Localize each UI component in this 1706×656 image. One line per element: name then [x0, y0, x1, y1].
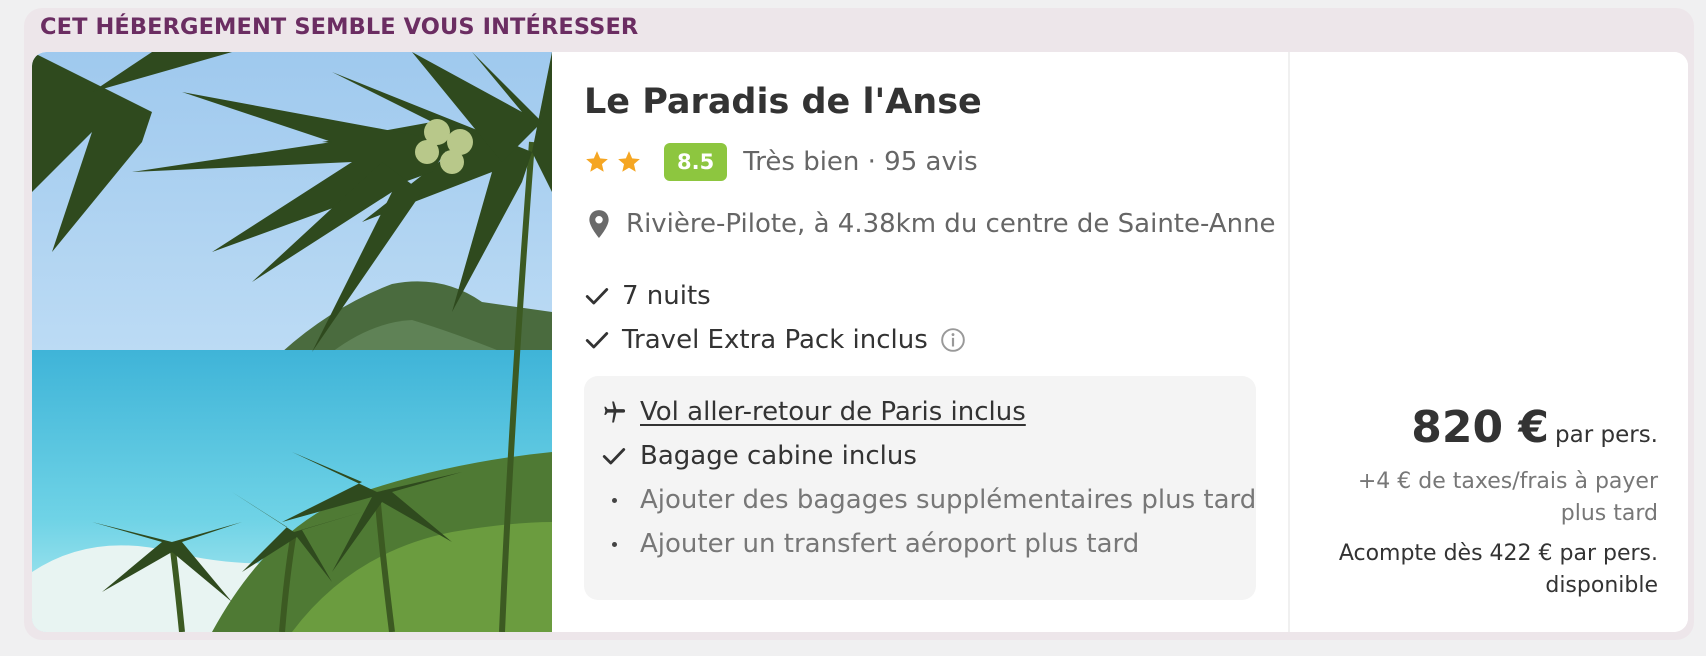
hotel-card[interactable]: Le Paradis de l'Anse 8.5 Très bien · 95 …	[32, 52, 1688, 632]
price-taxes: +4 € de taxes/frais à payer plus tard	[1357, 469, 1658, 526]
hotel-info: Le Paradis de l'Anse 8.5 Très bien · 95 …	[584, 52, 1288, 632]
rating-text: Très bien · 95 avis	[743, 147, 978, 177]
flight-included-label: Bagage cabine inclus	[640, 441, 917, 471]
plane-icon	[600, 398, 628, 426]
hotel-photo[interactable]	[32, 52, 552, 632]
price-line: 820 € par pers.	[1411, 402, 1658, 453]
star-icon	[586, 151, 608, 172]
star-icon	[618, 151, 640, 172]
flight-option: Ajouter des bagages supplémentaires plus…	[600, 482, 1256, 518]
recommendation-banner: CET HÉBERGEMENT SEMBLE VOUS INTÉRESSER	[40, 14, 639, 40]
price-per-person: par pers.	[1555, 422, 1658, 448]
flight-option: Ajouter un transfert aéroport plus tard	[600, 526, 1139, 562]
flight-box: Vol aller-retour de Paris inclus Bagage …	[584, 376, 1256, 600]
rating-row: 8.5 Très bien · 95 avis	[584, 142, 978, 182]
hotel-name[interactable]: Le Paradis de l'Anse	[584, 82, 982, 122]
location-pin-icon	[589, 210, 609, 238]
location: Rivière-Pilote, à 4.38km du centre de Sa…	[584, 204, 1276, 244]
flight-included: Bagage cabine inclus	[600, 438, 917, 474]
flight-option-label: Ajouter un transfert aéroport plus tard	[640, 529, 1140, 559]
check-icon	[600, 442, 628, 470]
feature-label: 7 nuits	[622, 281, 711, 311]
feature-extra-pack: Travel Extra Pack inclus	[584, 322, 966, 358]
info-icon[interactable]	[940, 327, 966, 353]
flight-headline[interactable]: Vol aller-retour de Paris inclus	[600, 394, 1026, 430]
price-deposit: Acompte dès 422 € par pers. disponible	[1338, 541, 1658, 598]
flight-link[interactable]: Vol aller-retour de Paris inclus	[640, 397, 1026, 427]
bullet-icon	[600, 486, 628, 514]
feature-label: Travel Extra Pack inclus	[622, 325, 928, 355]
flight-option-label: Ajouter des bagages supplémentaires plus…	[640, 485, 1257, 515]
check-icon	[585, 332, 609, 349]
price-panel: 820 € par pers. +4 € de taxes/frais à pa…	[1288, 52, 1688, 632]
location-text: Rivière-Pilote, à 4.38km du centre de Sa…	[626, 209, 1276, 239]
check-icon	[585, 288, 609, 305]
score-badge: 8.5	[664, 143, 728, 181]
price-amount: 820 €	[1411, 402, 1550, 453]
feature-nights: 7 nuits	[584, 278, 711, 314]
bullet-icon	[600, 530, 628, 558]
